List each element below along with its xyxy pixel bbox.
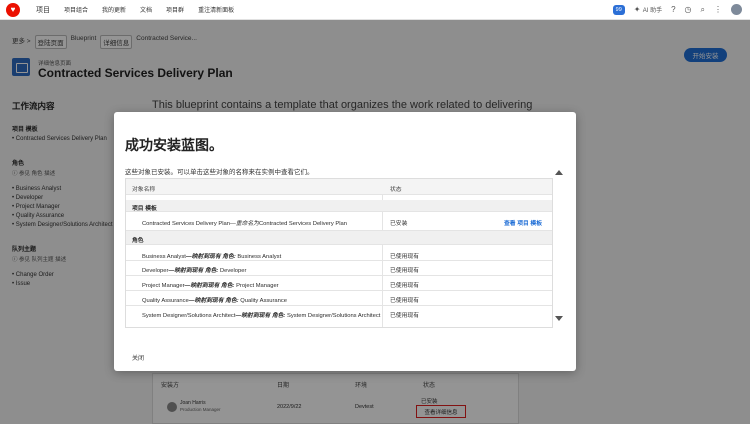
col-object-name: 对象名称 [132, 187, 156, 193]
object-name[interactable]: Contracted Services Delivery Plan—重命名为Co… [142, 218, 382, 227]
ai-assistant-label: AI 助手 [642, 8, 663, 14]
installed-objects-table: 对象名称 状态 项目 模板 Contracted Services Delive… [125, 178, 553, 328]
object-status: 已使用现有 [390, 268, 419, 274]
grid-icon[interactable]: ⋮ [714, 5, 722, 14]
section-label: 项目 模板 [132, 206, 157, 212]
object-name[interactable]: Quality Assurance—映射到现有 角色: Quality Assu… [142, 295, 382, 304]
nav-portfolios[interactable]: 项目组合 [64, 5, 88, 14]
sparkle-icon: ✦ [633, 5, 641, 14]
nav-programs[interactable]: 项目群 [166, 5, 184, 14]
scroll-up-arrow-icon[interactable] [555, 170, 563, 175]
table-row: Business Analyst—映射到现有 角色: Business Anal… [126, 247, 552, 261]
table-row: Contracted Services Delivery Plan—重命名为Co… [126, 212, 552, 231]
object-status: 已安装 [390, 221, 408, 227]
nav-documents[interactable]: 文档 [140, 5, 152, 14]
object-status: 已使用现有 [390, 283, 419, 289]
user-avatar[interactable] [731, 4, 742, 15]
object-status: 已使用现有 [390, 254, 419, 260]
table-row: Quality Assurance—映射到现有 角色: Quality Assu… [126, 291, 552, 306]
dialog-description: 这些对象已安装。可以单击这些对象的名称来在实例中查看它们。 [125, 169, 314, 176]
close-button[interactable]: 关闭 [132, 353, 144, 362]
section-label: 角色 [132, 238, 144, 244]
nav-projects[interactable]: 项目 [36, 5, 50, 15]
object-name[interactable]: System Designer/Solutions Architect—映射到现… [142, 310, 382, 319]
col-status: 状态 [390, 187, 402, 193]
view-template-link[interactable]: 查看 项目 模板 [504, 218, 542, 227]
topbar-right-tools: 99 ✦ AI 助手 ? ◷ ⌕ ⋮ [612, 4, 742, 15]
history-icon[interactable]: ◷ [685, 5, 692, 14]
scroll-down-arrow-icon[interactable] [555, 316, 563, 321]
notifications-badge[interactable]: 99 [612, 4, 625, 15]
nav-my-updates[interactable]: 我的更新 [102, 5, 126, 14]
question-icon[interactable]: ? [671, 5, 675, 14]
object-name[interactable]: Business Analyst—映射到现有 角色: Business Anal… [142, 251, 382, 260]
nav-pin-dashboard[interactable]: 重注清新面板 [198, 5, 234, 14]
table-row: Project Manager—映射到现有 角色: Project Manage… [126, 276, 552, 291]
object-name[interactable]: Project Manager—映射到现有 角色: Project Manage… [142, 280, 382, 289]
ai-assistant-button[interactable]: ✦ AI 助手 [634, 5, 662, 14]
object-name[interactable]: Developer—映射到现有 角色: Developer [142, 265, 382, 274]
table-row: Developer—映射到现有 角色: Developer 已使用现有 [126, 261, 552, 276]
roles-section-row: 角色 [126, 231, 552, 245]
top-navigation-bar: ♥ 项目 项目组合 我的更新 文档 项目群 重注清新面板 99 ✦ AI 助手 … [0, 0, 750, 20]
search-icon[interactable]: ⌕ [701, 5, 705, 15]
object-status: 已使用现有 [390, 298, 419, 304]
table-header-row: 对象名称 状态 [126, 179, 552, 195]
table-row: System Designer/Solutions Architect—映射到现… [126, 306, 552, 327]
app-logo-icon[interactable]: ♥ [6, 2, 20, 17]
install-success-dialog: 成功安装蓝图。 这些对象已安装。可以单击这些对象的名称来在实例中查看它们。 对象… [114, 112, 576, 371]
object-status: 已使用现有 [390, 313, 419, 319]
template-section-row: 项目 模板 [126, 200, 552, 212]
dialog-title: 成功安装蓝图。 [125, 137, 223, 153]
